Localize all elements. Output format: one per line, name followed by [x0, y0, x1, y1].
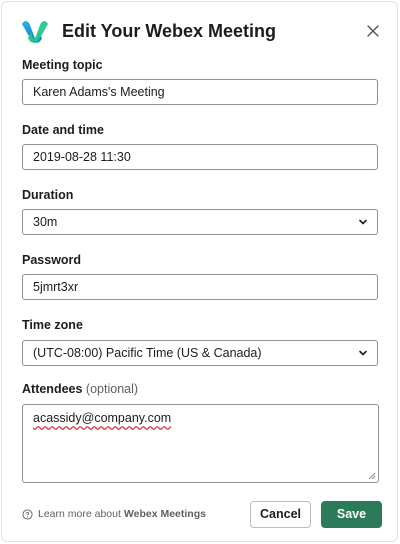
timezone-select[interactable]: (UTC-08:00) Pacific Time (US & Canada) — [22, 340, 378, 366]
webex-logo — [22, 21, 48, 43]
close-icon[interactable] — [364, 22, 382, 40]
attendees-optional-hint: (optional) — [85, 382, 139, 396]
timezone-label: Time zone — [22, 318, 83, 332]
password-label: Password — [22, 253, 82, 267]
save-button[interactable]: Save — [321, 501, 382, 528]
topic-input[interactable]: Karen Adams's Meeting — [22, 79, 378, 105]
chevron-down-icon — [359, 219, 367, 225]
resize-grip-icon[interactable] — [367, 471, 376, 480]
attendees-textarea[interactable]: acassidy@company.com — [22, 404, 379, 483]
datetime-input[interactable]: 2019-08-28 11:30 — [22, 144, 378, 170]
learn-more-product[interactable]: Webex Meetings — [124, 508, 206, 520]
learn-more-link[interactable]: Learn more about Webex Meetings — [22, 508, 206, 520]
attendees-label: Attendees (optional) — [22, 382, 138, 396]
attendees-label-text: Attendees — [22, 382, 83, 396]
attendees-value: acassidy@company.com — [33, 411, 172, 425]
duration-label: Duration — [22, 188, 74, 202]
timezone-value: (UTC-08:00) Pacific Time (US & Canada) — [33, 346, 262, 360]
chevron-down-icon — [359, 350, 367, 356]
datetime-label: Date and time — [22, 123, 104, 137]
learn-more-prefix: Learn more about — [38, 508, 121, 520]
cancel-button[interactable]: Cancel — [250, 501, 311, 528]
password-input[interactable]: 5jmrt3xr — [22, 274, 378, 300]
duration-select[interactable]: 30m — [22, 209, 378, 235]
edit-meeting-dialog: Edit Your Webex Meeting Meeting topic Ka… — [1, 1, 398, 542]
dialog-title: Edit Your Webex Meeting — [62, 21, 277, 41]
duration-value: 30m — [33, 215, 58, 229]
dialog-header: Edit Your Webex Meeting — [20, 18, 390, 48]
topic-label: Meeting topic — [22, 58, 103, 72]
help-circle-icon — [22, 508, 33, 520]
